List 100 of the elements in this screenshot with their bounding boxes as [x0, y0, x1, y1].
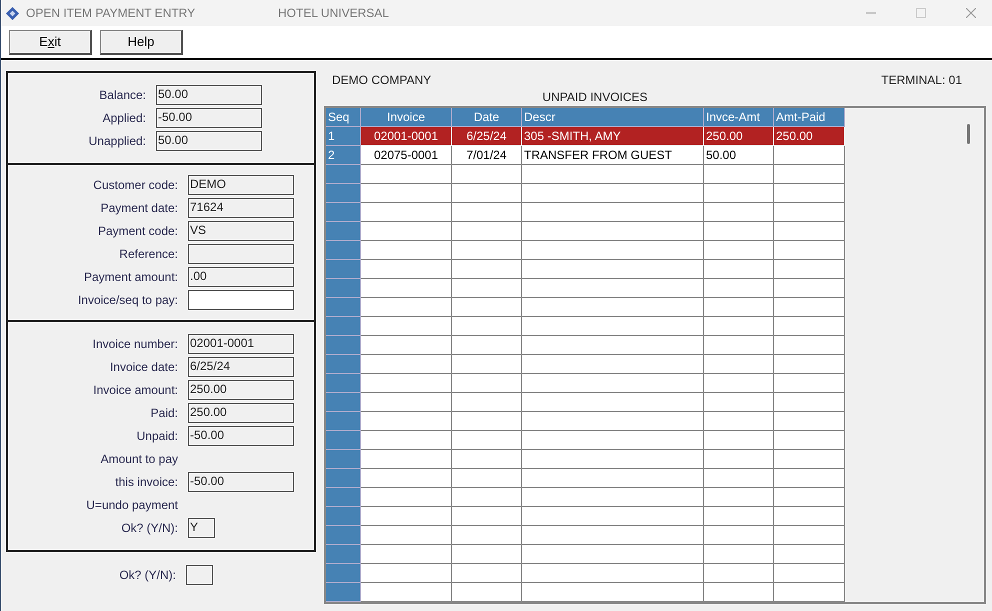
input-field[interactable]: 50.00	[156, 131, 262, 151]
input-field[interactable]: Y	[188, 518, 215, 538]
field-label: Unpaid:	[136, 428, 179, 445]
field-caption: U=undo payment	[85, 497, 179, 514]
field-label: Payment amount:	[82, 269, 179, 286]
table-cell	[774, 564, 845, 583]
table-cell	[326, 507, 361, 526]
input-field[interactable]: 50.00	[156, 85, 262, 105]
column-header[interactable]: Date	[452, 108, 522, 127]
table-cell	[326, 431, 361, 450]
input-field[interactable]: 250.00	[188, 403, 294, 423]
table-cell	[452, 184, 522, 203]
table-cell	[704, 526, 774, 545]
input-field[interactable]: 6/25/24	[188, 357, 294, 377]
table-cell: 250.00	[704, 127, 774, 146]
table-cell	[774, 545, 845, 564]
table-cell	[452, 450, 522, 469]
table-cell	[452, 488, 522, 507]
table-cell	[326, 545, 361, 564]
table-row[interactable]: 2 02075-0001 7/01/24 TRANSFER FROM GUEST 50.00	[326, 146, 845, 165]
table-cell	[326, 165, 361, 184]
input-field[interactable]	[188, 244, 294, 264]
input-field[interactable]: DEMO	[188, 175, 294, 195]
table-cell	[774, 298, 845, 317]
field-label: Payment date:	[100, 200, 179, 217]
table-cell: 305 -SMITH, AMY	[522, 127, 704, 146]
table-cell	[326, 317, 361, 336]
table-cell	[452, 393, 522, 412]
table-cell: 02001-0001	[361, 127, 452, 146]
scrollbar-thumb[interactable]	[966, 124, 970, 144]
toolbar-button[interactable]: Help	[100, 30, 183, 54]
input-field[interactable]: -50.00	[188, 426, 294, 446]
table-cell	[774, 412, 845, 431]
table-cell	[326, 450, 361, 469]
company-name: DEMO COMPANY	[332, 72, 432, 88]
table-cell	[774, 431, 845, 450]
table-cell	[452, 355, 522, 374]
field-label: this invoice:	[114, 474, 179, 491]
column-header[interactable]: Descr	[522, 108, 704, 127]
window-title: OPEN ITEM PAYMENT ENTRY	[26, 5, 196, 22]
toolbar-button[interactable]: Exit	[9, 30, 92, 54]
field-label: Payment code:	[96, 223, 179, 240]
column-header[interactable]: Amt-Paid	[774, 108, 845, 127]
table-cell	[326, 488, 361, 507]
field-label: Invoice number:	[92, 336, 179, 353]
input-field[interactable]: 250.00	[188, 380, 294, 400]
field-label: Applied:	[102, 110, 147, 127]
input-field[interactable]	[186, 565, 213, 585]
input-field[interactable]: .00	[188, 267, 294, 287]
table-cell	[704, 203, 774, 222]
table-cell	[774, 241, 845, 260]
close-icon[interactable]	[966, 8, 976, 18]
field-label: Invoice date:	[108, 359, 179, 376]
table-cell	[452, 317, 522, 336]
table-cell: TRANSFER FROM GUEST	[522, 146, 704, 165]
input-field[interactable]: -50.00	[156, 108, 262, 128]
table-cell	[704, 241, 774, 260]
table-cell	[774, 526, 845, 545]
field-label: Invoice/seq to pay:	[76, 292, 179, 309]
table-cell	[774, 165, 845, 184]
table-cell	[704, 431, 774, 450]
table-cell	[326, 184, 361, 203]
table-cell	[326, 355, 361, 374]
table-cell	[326, 203, 361, 222]
column-header[interactable]: Invce-Amt	[704, 108, 774, 127]
table-cell	[774, 184, 845, 203]
input-field[interactable]: 71624	[188, 198, 294, 218]
table-cell	[774, 203, 845, 222]
table-cell	[326, 412, 361, 431]
field-label: Ok? (Y/N):	[118, 567, 177, 584]
table-cell	[704, 260, 774, 279]
column-header[interactable]: Invoice	[361, 108, 452, 127]
table-cell	[326, 374, 361, 393]
table-cell	[704, 317, 774, 336]
table-cell	[452, 279, 522, 298]
table-title: UNPAID INVOICES	[541, 89, 649, 106]
input-field[interactable]: 02001-0001	[188, 334, 294, 354]
table-cell	[704, 222, 774, 241]
table-cell	[704, 507, 774, 526]
table-cell	[704, 298, 774, 317]
table-row[interactable]: 1 02001-0001 6/25/24 305 -SMITH, AMY 250.00 250.00	[326, 127, 845, 146]
table-cell	[326, 393, 361, 412]
table-cell	[452, 469, 522, 488]
table-cell	[774, 279, 845, 298]
table-cell	[452, 526, 522, 545]
input-field[interactable]: -50.00	[188, 472, 294, 492]
field-label: Unapplied:	[88, 133, 147, 150]
table-cell	[774, 317, 845, 336]
table-cell	[774, 260, 845, 279]
table-cell	[774, 507, 845, 526]
column-header[interactable]: Seq	[326, 108, 361, 127]
table-cell	[326, 298, 361, 317]
input-field[interactable]	[188, 290, 294, 310]
table-cell: 50.00	[704, 146, 774, 165]
input-field[interactable]: VS	[188, 221, 294, 241]
table-cell	[452, 412, 522, 431]
table-cell	[326, 526, 361, 545]
table-cell	[774, 222, 845, 241]
table-cell: 02075-0001	[361, 146, 452, 165]
table-cell	[774, 355, 845, 374]
